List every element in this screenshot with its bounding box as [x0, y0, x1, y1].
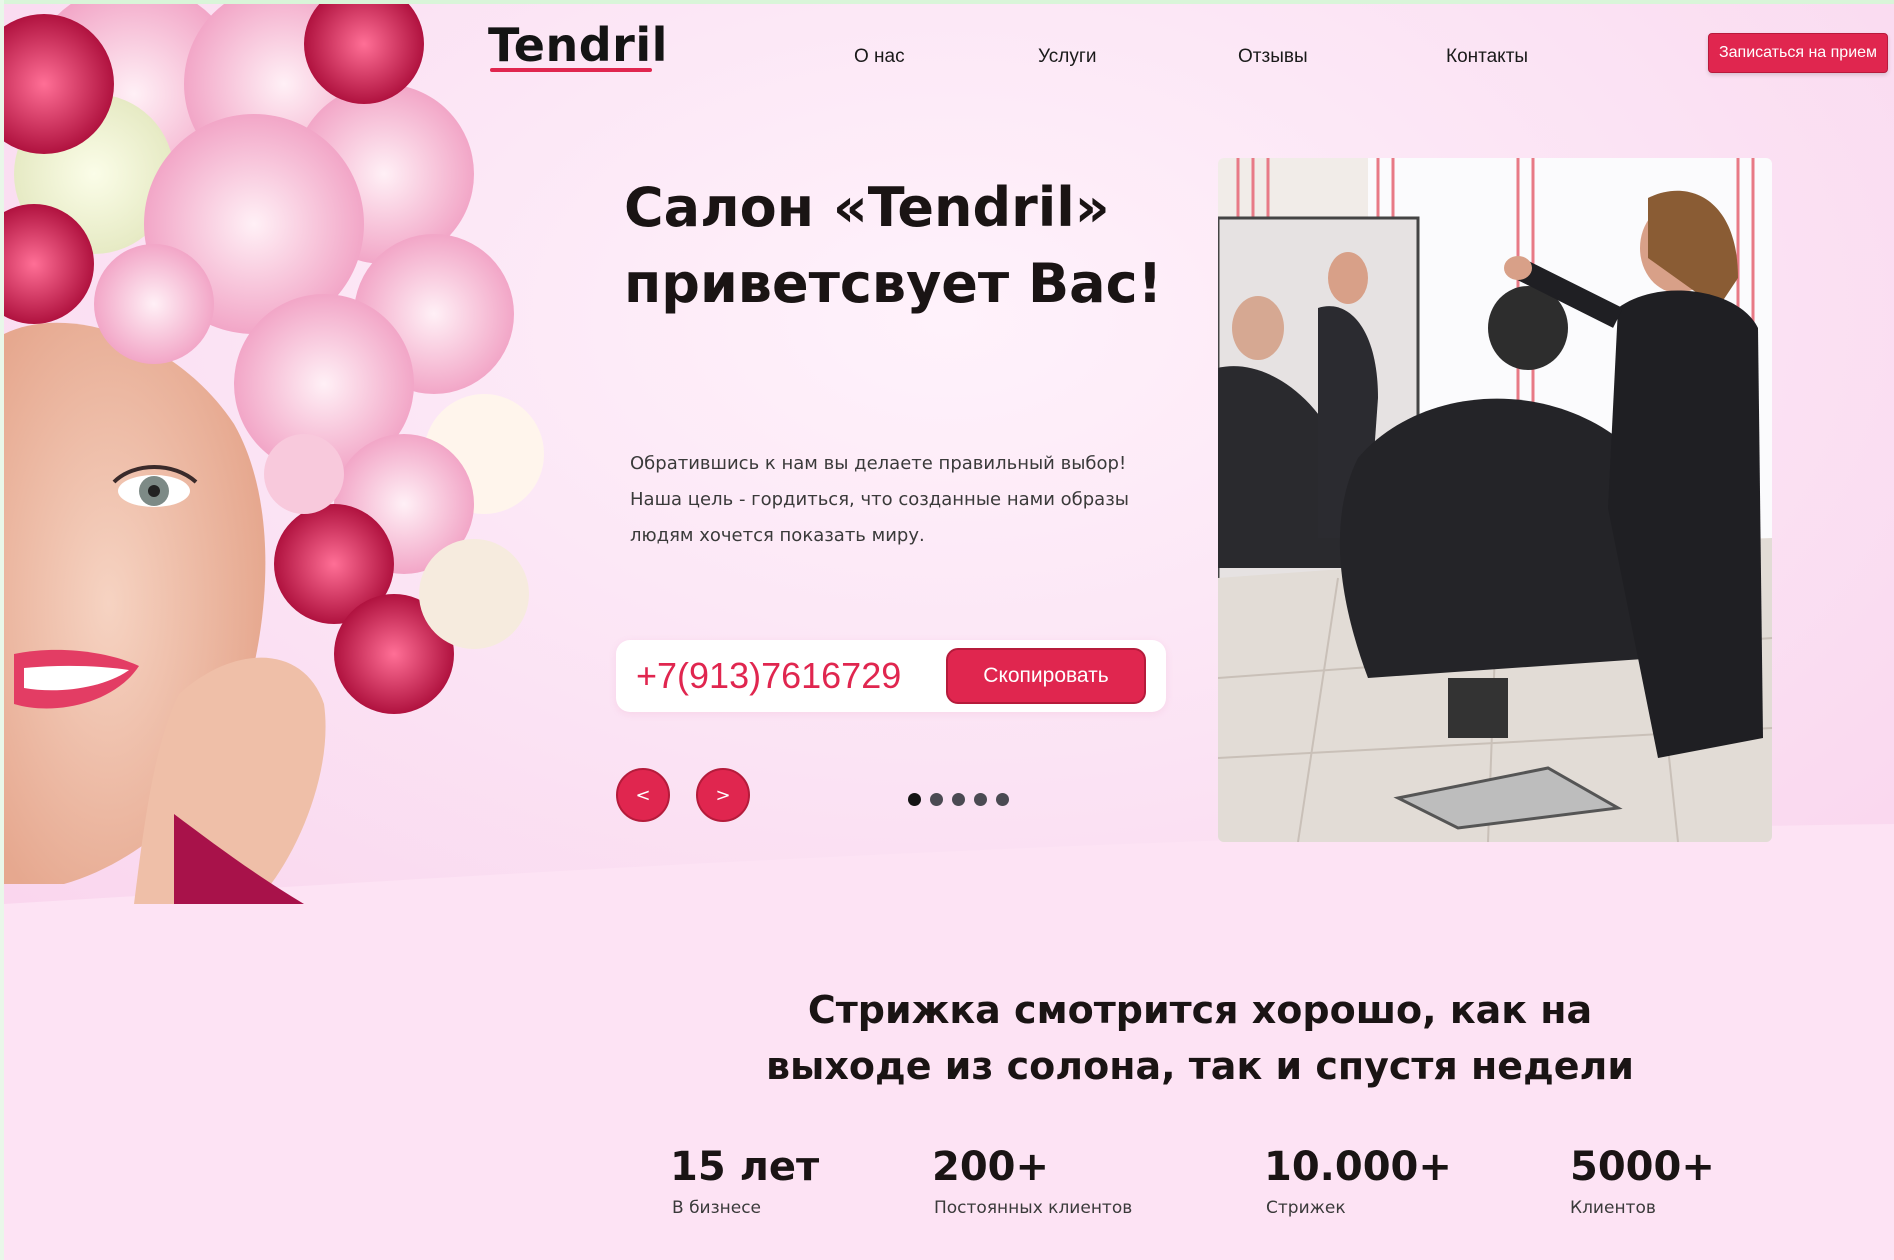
logo-underline: [490, 68, 652, 72]
slider-dot-2[interactable]: [930, 793, 943, 806]
stat-regular-clients-value: 200+: [932, 1144, 1050, 1190]
section-title: Стрижка смотрится хорошо, как на выходе …: [700, 982, 1700, 1094]
nav-link-reviews[interactable]: Отзывы: [1238, 46, 1308, 68]
hero-title: Салон «Tendril» приветсвует Вас!: [624, 170, 1184, 322]
salon-photo: [1218, 158, 1772, 842]
slider-prev-button[interactable]: <: [616, 768, 670, 822]
slider-dot-3[interactable]: [952, 793, 965, 806]
hero-text-line1: Обратившись к нам вы делаете правильный …: [630, 453, 1127, 474]
stat-clients-label: Клиентов: [1570, 1198, 1656, 1218]
stat-clients-value: 5000+: [1570, 1144, 1715, 1190]
stat-regular-clients-label: Постоянных клиентов: [934, 1198, 1133, 1218]
section-title-line1: Стрижка смотрится хорошо, как на: [807, 988, 1593, 1032]
hero-title-line2: приветсвует Вас!: [624, 252, 1163, 315]
hero-title-line1: Салон «Tendril»: [624, 176, 1110, 239]
nav-link-contacts[interactable]: Контакты: [1446, 46, 1528, 68]
phone-number: +7(913)7616729: [636, 655, 902, 696]
stat-haircuts-label: Стрижек: [1266, 1198, 1346, 1218]
hero-text-line3: людям хочется показать миру.: [630, 525, 925, 546]
copy-phone-button[interactable]: Скопировать: [946, 648, 1146, 704]
site-logo[interactable]: Tendril: [488, 18, 668, 72]
stat-years-label: В бизнесе: [672, 1198, 762, 1218]
hero-description: Обратившись к нам вы делаете правильный …: [630, 446, 1190, 554]
slider-dots: [908, 793, 1009, 806]
stat-haircuts-value: 10.000+: [1264, 1144, 1452, 1190]
stat-years-value: 15 лет: [670, 1144, 820, 1190]
slider-dot-5[interactable]: [996, 793, 1009, 806]
section-title-line2: выходе из солона, так и спустя недели: [765, 1044, 1634, 1088]
nav-link-about[interactable]: О нас: [854, 46, 905, 68]
nav-link-services[interactable]: Услуги: [1038, 46, 1096, 68]
slider-dot-4[interactable]: [974, 793, 987, 806]
flower-woman-image: [4, 4, 544, 904]
slider-next-button[interactable]: >: [696, 768, 750, 822]
slider-dot-1[interactable]: [908, 793, 921, 806]
hero-text-line2: Наша цель - гордиться, что созданные нам…: [630, 489, 1129, 510]
book-appointment-button[interactable]: Записаться на прием: [1708, 33, 1888, 73]
